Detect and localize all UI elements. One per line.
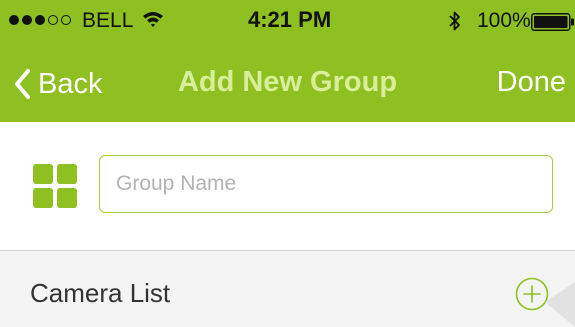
battery-percent: 100% [477, 9, 531, 32]
status-bar: BELL 4:21 PM 100% [0, 0, 575, 44]
add-new-group-screen: BELL 4:21 PM 100% Back Add New Group Don… [0, 0, 575, 327]
signal-dot [61, 15, 71, 25]
camera-list-label: Camera List [30, 278, 171, 308]
signal-dot [35, 15, 45, 25]
bluetooth-icon [449, 11, 460, 31]
signal-dot [9, 15, 19, 25]
group-name-row [0, 122, 575, 250]
signal-dot [22, 15, 32, 25]
signal-dot [48, 15, 58, 25]
grid-icon [33, 164, 77, 208]
done-button[interactable]: Done [497, 66, 566, 99]
battery-icon [531, 13, 574, 31]
camera-list-header: Camera List [0, 251, 575, 327]
page-title: Add New Group [177, 66, 398, 98]
signal-strength-icon [9, 15, 71, 25]
nav-bar: Back Add New Group Done [0, 44, 575, 122]
header: BELL 4:21 PM 100% Back Add New Group Don… [0, 0, 575, 122]
plus-circle-icon[interactable] [515, 277, 549, 311]
status-time: 4:21 PM [248, 7, 332, 32]
callout-pointer [545, 282, 575, 327]
wifi-icon [143, 12, 163, 27]
group-name-input[interactable] [99, 155, 553, 213]
carrier-name: BELL [82, 9, 134, 32]
